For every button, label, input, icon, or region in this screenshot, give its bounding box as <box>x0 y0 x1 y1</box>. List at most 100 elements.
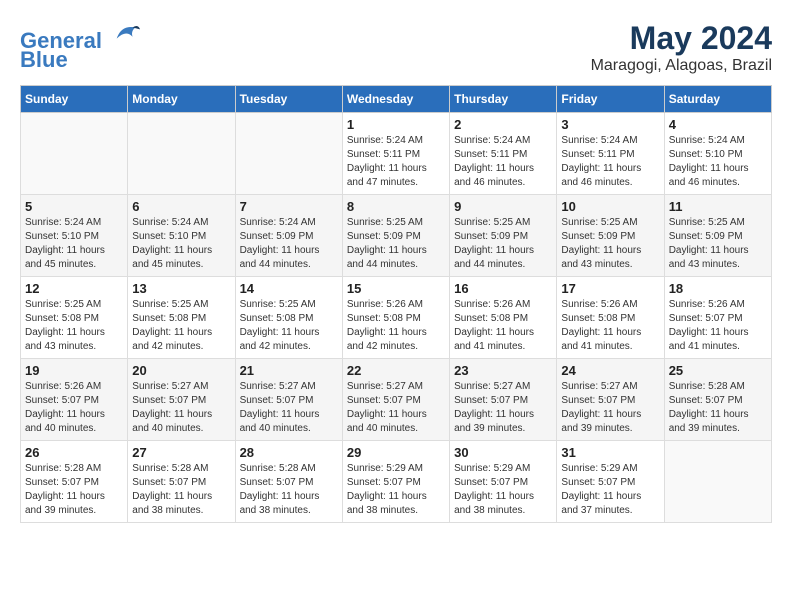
calendar-body: 1 Sunrise: 5:24 AM Sunset: 5:11 PM Daylig… <box>21 113 772 523</box>
day-number: 23 <box>454 363 552 378</box>
day-info: Sunrise: 5:24 AM Sunset: 5:10 PM Dayligh… <box>25 216 123 272</box>
calendar-cell: 13 Sunrise: 5:25 AM Sunset: 5:08 PM Dayli… <box>128 277 235 359</box>
calendar-cell: 16 Sunrise: 5:26 AM Sunset: 5:08 PM Dayli… <box>450 277 557 359</box>
calendar-week-row: 26 Sunrise: 5:28 AM Sunset: 5:07 PM Dayli… <box>21 441 772 523</box>
calendar-cell <box>21 113 128 195</box>
calendar-cell: 17Sunrise: 5:26 AM Sunset: 5:08 PM Dayli… <box>557 277 664 359</box>
header-tuesday: Tuesday <box>235 86 342 113</box>
calendar-cell: 18 Sunrise: 5:26 AM Sunset: 5:07 PM Dayli… <box>664 277 771 359</box>
calendar-cell: 19 Sunrise: 5:26 AM Sunset: 5:07 PM Dayli… <box>21 359 128 441</box>
day-info: Sunrise: 5:26 AM Sunset: 5:07 PM Dayligh… <box>669 298 767 354</box>
calendar-header-row: SundayMondayTuesdayWednesdayThursdayFrid… <box>21 86 772 113</box>
calendar-week-row: 12 Sunrise: 5:25 AM Sunset: 5:08 PM Dayli… <box>21 277 772 359</box>
day-number: 22 <box>347 363 445 378</box>
calendar-cell: 1Sunrise: 5:24 AM Sunset: 5:11 PM Daylig… <box>342 113 449 195</box>
calendar-cell: 31Sunrise: 5:29 AM Sunset: 5:07 PM Dayli… <box>557 441 664 523</box>
day-info: Sunrise: 5:25 AM Sunset: 5:08 PM Dayligh… <box>240 298 338 354</box>
header-wednesday: Wednesday <box>342 86 449 113</box>
day-number: 2 <box>454 117 552 132</box>
day-number: 1 <box>347 117 445 132</box>
day-number: 11 <box>669 199 767 214</box>
logo-bird-icon <box>112 20 140 48</box>
day-number: 3 <box>561 117 659 132</box>
calendar-cell <box>235 113 342 195</box>
calendar-cell: 14 Sunrise: 5:25 AM Sunset: 5:08 PM Dayli… <box>235 277 342 359</box>
main-title: May 2024 <box>591 20 772 57</box>
day-number: 19 <box>25 363 123 378</box>
day-info: Sunrise: 5:24 AM Sunset: 5:11 PM Dayligh… <box>454 134 552 190</box>
day-number: 12 <box>25 281 123 296</box>
day-number: 6 <box>132 199 230 214</box>
calendar-cell: 9 Sunrise: 5:25 AM Sunset: 5:09 PM Daylig… <box>450 195 557 277</box>
calendar-cell <box>128 113 235 195</box>
day-info: Sunrise: 5:25 AM Sunset: 5:08 PM Dayligh… <box>25 298 123 354</box>
day-info: Sunrise: 5:29 AM Sunset: 5:07 PM Dayligh… <box>454 462 552 518</box>
day-info: Sunrise: 5:28 AM Sunset: 5:07 PM Dayligh… <box>669 380 767 436</box>
calendar-cell: 30 Sunrise: 5:29 AM Sunset: 5:07 PM Dayli… <box>450 441 557 523</box>
calendar-cell: 11 Sunrise: 5:25 AM Sunset: 5:09 PM Dayli… <box>664 195 771 277</box>
header-saturday: Saturday <box>664 86 771 113</box>
day-number: 16 <box>454 281 552 296</box>
calendar-cell: 3 Sunrise: 5:24 AM Sunset: 5:11 PM Daylig… <box>557 113 664 195</box>
calendar-cell: 25 Sunrise: 5:28 AM Sunset: 5:07 PM Dayli… <box>664 359 771 441</box>
calendar-cell: 23Sunrise: 5:27 AM Sunset: 5:07 PM Dayli… <box>450 359 557 441</box>
sub-title: Maragogi, Alagoas, Brazil <box>591 57 772 75</box>
day-info: Sunrise: 5:25 AM Sunset: 5:09 PM Dayligh… <box>347 216 445 272</box>
calendar-week-row: 5 Sunrise: 5:24 AM Sunset: 5:10 PM Daylig… <box>21 195 772 277</box>
calendar-cell: 2 Sunrise: 5:24 AM Sunset: 5:11 PM Daylig… <box>450 113 557 195</box>
calendar-cell: 27 Sunrise: 5:28 AM Sunset: 5:07 PM Dayli… <box>128 441 235 523</box>
day-info: Sunrise: 5:28 AM Sunset: 5:07 PM Dayligh… <box>132 462 230 518</box>
day-number: 25 <box>669 363 767 378</box>
calendar-cell: 28 Sunrise: 5:28 AM Sunset: 5:07 PM Dayli… <box>235 441 342 523</box>
day-number: 14 <box>240 281 338 296</box>
day-info: Sunrise: 5:24 AM Sunset: 5:10 PM Dayligh… <box>132 216 230 272</box>
calendar-cell: 5 Sunrise: 5:24 AM Sunset: 5:10 PM Daylig… <box>21 195 128 277</box>
calendar-cell: 4Sunrise: 5:24 AM Sunset: 5:10 PM Daylig… <box>664 113 771 195</box>
day-number: 5 <box>25 199 123 214</box>
calendar-cell: 22 Sunrise: 5:27 AM Sunset: 5:07 PM Dayli… <box>342 359 449 441</box>
calendar-cell: 24Sunrise: 5:27 AM Sunset: 5:07 PM Dayli… <box>557 359 664 441</box>
calendar-cell: 15 Sunrise: 5:26 AM Sunset: 5:08 PM Dayli… <box>342 277 449 359</box>
day-info: Sunrise: 5:26 AM Sunset: 5:08 PM Dayligh… <box>347 298 445 354</box>
calendar-cell: 21 Sunrise: 5:27 AM Sunset: 5:07 PM Dayli… <box>235 359 342 441</box>
day-number: 30 <box>454 445 552 460</box>
calendar-week-row: 19 Sunrise: 5:26 AM Sunset: 5:07 PM Dayli… <box>21 359 772 441</box>
header-thursday: Thursday <box>450 86 557 113</box>
day-number: 21 <box>240 363 338 378</box>
day-number: 15 <box>347 281 445 296</box>
day-info: Sunrise: 5:27 AM Sunset: 5:07 PM Dayligh… <box>561 380 659 436</box>
day-info: Sunrise: 5:28 AM Sunset: 5:07 PM Dayligh… <box>240 462 338 518</box>
calendar-cell <box>664 441 771 523</box>
day-number: 28 <box>240 445 338 460</box>
day-info: Sunrise: 5:26 AM Sunset: 5:08 PM Dayligh… <box>561 298 659 354</box>
day-info: Sunrise: 5:27 AM Sunset: 5:07 PM Dayligh… <box>132 380 230 436</box>
day-info: Sunrise: 5:25 AM Sunset: 5:08 PM Dayligh… <box>132 298 230 354</box>
calendar-cell: 20Sunrise: 5:27 AM Sunset: 5:07 PM Dayli… <box>128 359 235 441</box>
day-info: Sunrise: 5:24 AM Sunset: 5:09 PM Dayligh… <box>240 216 338 272</box>
day-info: Sunrise: 5:25 AM Sunset: 5:09 PM Dayligh… <box>669 216 767 272</box>
day-number: 27 <box>132 445 230 460</box>
header-monday: Monday <box>128 86 235 113</box>
day-info: Sunrise: 5:28 AM Sunset: 5:07 PM Dayligh… <box>25 462 123 518</box>
day-info: Sunrise: 5:26 AM Sunset: 5:08 PM Dayligh… <box>454 298 552 354</box>
day-number: 9 <box>454 199 552 214</box>
header-sunday: Sunday <box>21 86 128 113</box>
day-number: 26 <box>25 445 123 460</box>
calendar-cell: 6 Sunrise: 5:24 AM Sunset: 5:10 PM Daylig… <box>128 195 235 277</box>
calendar-cell: 29Sunrise: 5:29 AM Sunset: 5:07 PM Dayli… <box>342 441 449 523</box>
day-number: 18 <box>669 281 767 296</box>
day-info: Sunrise: 5:24 AM Sunset: 5:11 PM Dayligh… <box>561 134 659 190</box>
day-info: Sunrise: 5:25 AM Sunset: 5:09 PM Dayligh… <box>561 216 659 272</box>
title-block: May 2024 Maragogi, Alagoas, Brazil <box>591 20 772 75</box>
day-info: Sunrise: 5:27 AM Sunset: 5:07 PM Dayligh… <box>240 380 338 436</box>
day-info: Sunrise: 5:25 AM Sunset: 5:09 PM Dayligh… <box>454 216 552 272</box>
calendar-cell: 7 Sunrise: 5:24 AM Sunset: 5:09 PM Daylig… <box>235 195 342 277</box>
day-info: Sunrise: 5:26 AM Sunset: 5:07 PM Dayligh… <box>25 380 123 436</box>
calendar-cell: 26 Sunrise: 5:28 AM Sunset: 5:07 PM Dayli… <box>21 441 128 523</box>
calendar-cell: 8 Sunrise: 5:25 AM Sunset: 5:09 PM Daylig… <box>342 195 449 277</box>
day-number: 7 <box>240 199 338 214</box>
day-number: 8 <box>347 199 445 214</box>
day-info: Sunrise: 5:29 AM Sunset: 5:07 PM Dayligh… <box>561 462 659 518</box>
day-number: 13 <box>132 281 230 296</box>
day-info: Sunrise: 5:27 AM Sunset: 5:07 PM Dayligh… <box>347 380 445 436</box>
